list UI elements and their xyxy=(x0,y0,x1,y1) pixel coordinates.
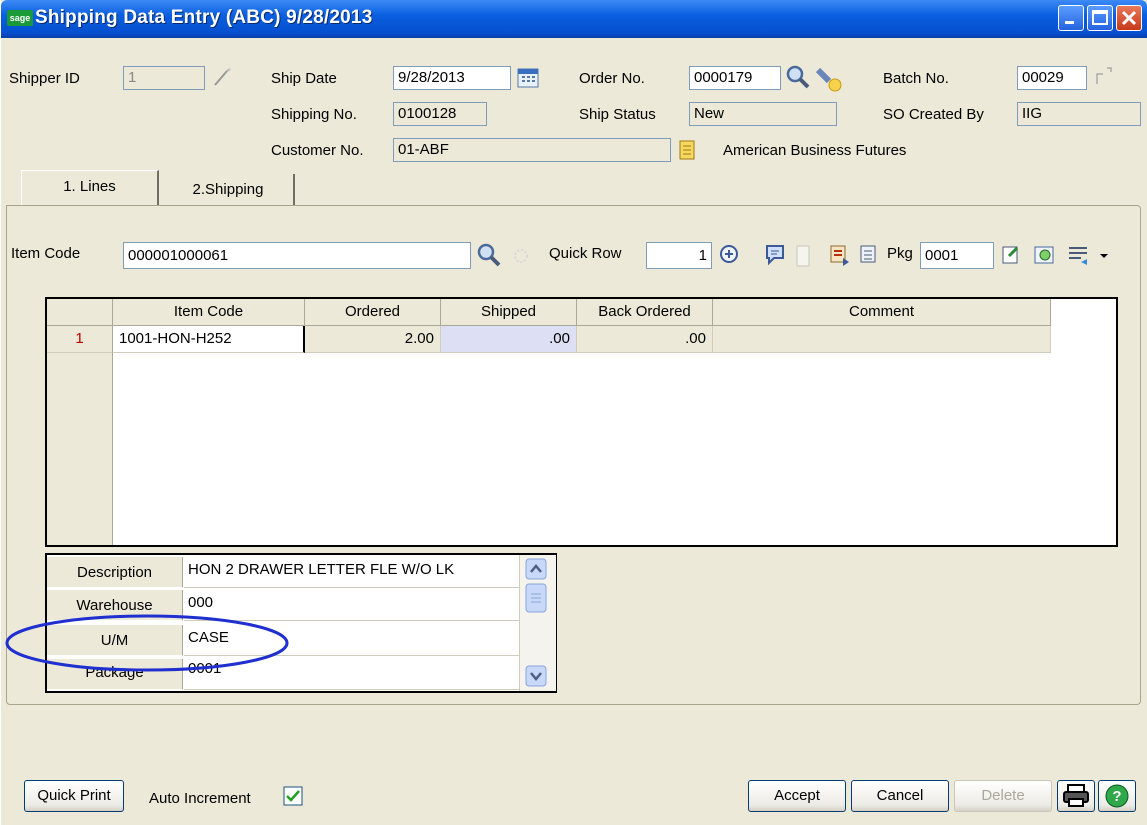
grid-row-header-corner xyxy=(47,299,113,326)
lines-grid: Item Code Ordered Shipped Back Ordered C… xyxy=(45,297,1118,547)
auto-increment-checkbox[interactable] xyxy=(283,786,305,808)
distribution-icon[interactable] xyxy=(857,242,883,268)
minimize-button[interactable] xyxy=(1058,5,1084,31)
item-code-label: Item Code xyxy=(11,245,81,262)
customer-name: American Business Futures xyxy=(723,142,907,159)
search-icon[interactable] xyxy=(785,64,813,90)
shipping-data-entry-window: sage Shipping Data Entry (ABC) 9/28/2013… xyxy=(1,0,1147,825)
scroll-down-icon[interactable] xyxy=(525,665,549,689)
shipping-no-field[interactable]: 0100128 xyxy=(393,102,487,126)
quick-print-button[interactable]: Quick Print xyxy=(24,780,124,812)
details-scrollbar[interactable] xyxy=(519,555,556,691)
flashlight-icon[interactable] xyxy=(815,64,847,92)
maximize-icon xyxy=(1092,10,1108,25)
ship-status-field[interactable]: New xyxy=(689,102,837,126)
pkg-label: Pkg xyxy=(887,245,913,262)
separator-icon xyxy=(796,245,810,267)
cell-item-code[interactable]: 1001-HON-H252 xyxy=(113,326,305,353)
calendar-icon[interactable] xyxy=(516,66,540,90)
close-icon xyxy=(1121,10,1137,26)
lot-serial-icon[interactable] xyxy=(827,242,853,268)
so-created-by-field[interactable]: IIG xyxy=(1017,102,1141,126)
quick-row-label: Quick Row xyxy=(549,245,622,262)
shipper-id-label: Shipper ID xyxy=(9,70,80,87)
svg-text:?: ? xyxy=(1112,788,1121,805)
column-header-shipped[interactable]: Shipped xyxy=(441,299,577,326)
scroll-thumb-icon[interactable] xyxy=(525,583,549,615)
item-code-field[interactable]: 000001000061 xyxy=(123,242,471,269)
tab-lines[interactable]: 1. Lines xyxy=(21,170,159,205)
batch-lookup-icon[interactable] xyxy=(1093,64,1115,88)
ship-date-field[interactable]: 9/28/2013 xyxy=(393,66,511,90)
window-title: Shipping Data Entry (ABC) 9/28/2013 xyxy=(35,7,373,28)
cell-back-ordered[interactable]: .00 xyxy=(577,326,713,353)
printer-icon xyxy=(1063,784,1089,807)
scroll-up-icon[interactable] xyxy=(525,558,549,582)
shipper-id-field[interactable]: 1 xyxy=(123,66,205,90)
order-no-label: Order No. xyxy=(579,70,645,87)
tab-shipping-label: 2.Shipping xyxy=(192,181,264,198)
cell-comment[interactable] xyxy=(713,326,1051,353)
row-jump-icon[interactable] xyxy=(717,242,743,268)
column-header-comment[interactable]: Comment xyxy=(713,299,1051,326)
title-bar[interactable]: sage Shipping Data Entry (ABC) 9/28/2013 xyxy=(1,0,1147,38)
description-label: Description xyxy=(47,557,183,588)
cell-shipped[interactable]: .00 xyxy=(441,326,577,353)
row-header-column xyxy=(47,326,113,545)
package-list-icon[interactable] xyxy=(1065,242,1093,268)
help-button[interactable]: ? xyxy=(1098,780,1136,812)
package-tracking-icon[interactable] xyxy=(1031,242,1059,268)
comment-icon[interactable] xyxy=(763,242,789,268)
cell-ordered[interactable]: 2.00 xyxy=(305,326,441,353)
pkg-field[interactable]: 0001 xyxy=(920,242,994,269)
item-search-icon[interactable] xyxy=(476,242,504,268)
ship-date-label: Ship Date xyxy=(271,70,337,87)
column-header-back-ordered[interactable]: Back Ordered xyxy=(577,299,713,326)
auto-increment-label: Auto Increment xyxy=(149,790,251,807)
toolbar-more-icon[interactable] xyxy=(1095,246,1113,266)
print-button[interactable] xyxy=(1057,780,1095,812)
help-icon: ? xyxy=(1105,784,1129,808)
row-number[interactable]: 1 xyxy=(47,326,113,353)
customer-no-label: Customer No. xyxy=(271,142,364,159)
delete-button[interactable]: Delete xyxy=(954,780,1052,812)
accept-button[interactable]: Accept xyxy=(748,780,846,812)
sage-logo-icon: sage xyxy=(7,10,33,26)
memo-icon[interactable] xyxy=(677,138,697,162)
quick-row-field[interactable]: 1 xyxy=(646,242,712,269)
column-header-item-code[interactable]: Item Code xyxy=(113,299,305,326)
close-button[interactable] xyxy=(1116,5,1142,31)
maximize-button[interactable] xyxy=(1087,5,1113,31)
so-created-by-label: SO Created By xyxy=(883,106,984,123)
pencil-icon[interactable] xyxy=(211,67,233,89)
cancel-button[interactable]: Cancel xyxy=(851,780,949,812)
shipping-no-label: Shipping No. xyxy=(271,106,357,123)
package-edit-icon[interactable] xyxy=(999,242,1025,268)
batch-no-field[interactable]: 00029 xyxy=(1017,66,1087,90)
customer-no-field[interactable]: 01-ABF xyxy=(393,138,671,162)
description-value[interactable]: HON 2 DRAWER LETTER FLE W/O LK xyxy=(184,557,519,588)
item-lookup-disabled-icon[interactable] xyxy=(507,244,535,268)
ship-status-label: Ship Status xyxy=(579,106,656,123)
um-highlight-ellipse xyxy=(5,614,289,672)
batch-no-label: Batch No. xyxy=(883,70,949,87)
order-no-field[interactable]: 0000179 xyxy=(689,66,781,90)
tab-shipping[interactable]: 2.Shipping xyxy=(163,174,295,205)
tab-lines-label: 1. Lines xyxy=(63,178,116,195)
minimize-icon xyxy=(1065,21,1074,24)
column-header-ordered[interactable]: Ordered xyxy=(305,299,441,326)
